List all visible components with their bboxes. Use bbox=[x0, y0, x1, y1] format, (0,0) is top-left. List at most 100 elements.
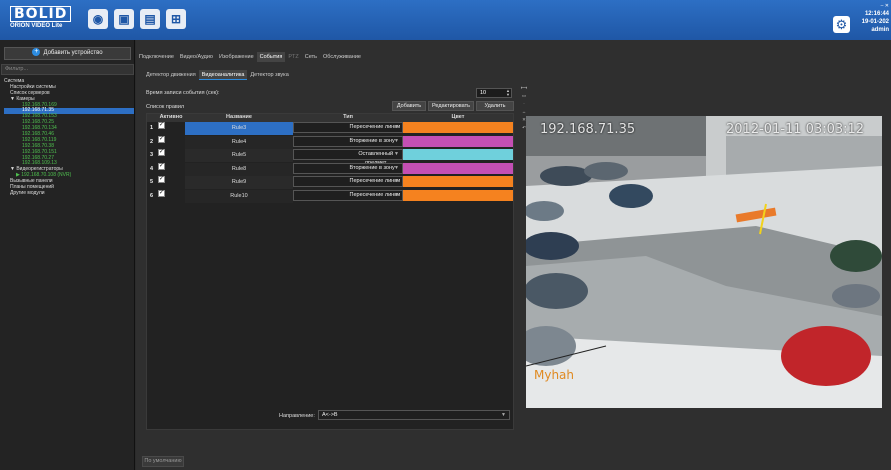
edit-rule-button[interactable]: Редактировать bbox=[428, 101, 474, 111]
record-time-value: 10 bbox=[480, 90, 487, 96]
header-type: Тип bbox=[343, 114, 353, 120]
chevron-down-icon: ▼ bbox=[394, 151, 399, 158]
active-checkbox[interactable]: ✓ bbox=[158, 176, 165, 184]
rule-type-select[interactable]: Пересечение линии ▼ bbox=[293, 122, 403, 133]
table-row[interactable]: 5 ✓ Rule9 Пересечение линии ▼ bbox=[147, 176, 513, 190]
record-time-spinner[interactable]: 10 ▲ ▼ bbox=[476, 88, 512, 98]
camera-scene bbox=[526, 116, 882, 408]
tab-1[interactable]: Видео/Аудио bbox=[177, 52, 216, 62]
default-button[interactable]: По умолчанию bbox=[142, 456, 184, 467]
rules-list-label: Список правил bbox=[146, 104, 185, 110]
chevron-down-icon: ▼ bbox=[394, 124, 399, 130]
rule-type-select[interactable]: Пересечение линии ▼ bbox=[293, 176, 403, 188]
tree-item[interactable]: Другие модули bbox=[4, 190, 134, 197]
camera-view-icon[interactable]: ◉ bbox=[88, 9, 108, 29]
event-subtabs: Детектор движения Видеоаналитика Детектор … bbox=[143, 70, 292, 80]
main-panel: Подключение Видео/Аудио Изображение События… bbox=[136, 40, 891, 470]
rule-color[interactable] bbox=[403, 162, 513, 174]
logo-brand: BOLID bbox=[10, 6, 72, 22]
table-row[interactable]: 3 ✓ Rule5Оставленный предмет▼ bbox=[147, 149, 513, 166]
rule-color[interactable] bbox=[403, 122, 513, 133]
logo-subtitle: ORION VIDEO Lite bbox=[10, 23, 63, 29]
subtab-1[interactable]: Видеоаналитика bbox=[198, 70, 248, 80]
table-row[interactable]: 2 ✓ Rule4 Вторжение в зону ▼ bbox=[147, 135, 513, 149]
rule-color[interactable] bbox=[403, 190, 513, 201]
tool-line-icon[interactable]: ⟷ bbox=[519, 84, 529, 92]
tab-4[interactable]: PTZ bbox=[285, 52, 301, 62]
tool-zone-icon[interactable]: ▭ bbox=[519, 92, 529, 100]
direction-select[interactable]: A<->B ▼ bbox=[318, 410, 510, 420]
window-controls-icon[interactable]: – ✕ bbox=[856, 2, 889, 10]
rule-type-value: Пересечение линии bbox=[349, 124, 401, 130]
tab-3[interactable]: События bbox=[256, 52, 286, 62]
row-number: 1 bbox=[149, 125, 154, 131]
osd-datetime: 2012-01-11 03:03:12 bbox=[726, 122, 865, 137]
add-device-button[interactable]: + Добавить устройство bbox=[4, 47, 131, 60]
filter-input[interactable]: Фильтр... bbox=[1, 64, 134, 75]
tab-6[interactable]: Обслуживание bbox=[320, 52, 364, 62]
subtab-0[interactable]: Детектор движения bbox=[143, 70, 199, 80]
table-row[interactable]: 6 ✓ Rule10 Пересечение линии ▼ bbox=[147, 190, 513, 203]
active-checkbox[interactable]: ✓ bbox=[158, 162, 165, 170]
rule-type-select[interactable]: Оставленный предмет▼ bbox=[293, 149, 403, 166]
rule-name: Rule5 bbox=[185, 149, 293, 163]
rule-name: Rule3 bbox=[185, 122, 293, 135]
table-row[interactable]: 4 ✓ Rule8 Вторжение в зону ▼ bbox=[147, 162, 513, 176]
rule-type-value: Пересечение линии bbox=[349, 192, 401, 198]
active-checkbox[interactable]: ✓ bbox=[158, 122, 165, 129]
rule-type-select[interactable]: Пересечение линии ▼ bbox=[293, 190, 403, 201]
tool-arrow-icon[interactable]: ↔ bbox=[519, 108, 529, 116]
archive-icon[interactable]: ▣ bbox=[114, 9, 134, 29]
header-name: Название bbox=[226, 114, 252, 120]
clock-panel: – ✕ 12:16:44 19-01-202 admin bbox=[856, 2, 891, 34]
layout-icon[interactable]: ⊞ bbox=[166, 9, 186, 29]
rule-type-value: Вторжение в зону bbox=[349, 137, 395, 144]
direction-label: Направление: bbox=[279, 413, 315, 419]
active-checkbox[interactable]: ✓ bbox=[158, 135, 165, 143]
rule-name: Rule8 bbox=[185, 162, 293, 176]
top-bar: BOLID ORION VIDEO Lite ◉ ▣ ▤ ⊞ ⚙ – ✕ 12:… bbox=[0, 0, 891, 40]
rules-table: Активно Название Тип Цвет 1 ✓ Rule3 Пересеч… bbox=[146, 113, 514, 430]
settings-gear-icon[interactable]: ⚙ bbox=[833, 16, 850, 33]
add-rule-button[interactable]: Добавить bbox=[392, 101, 426, 111]
rule-name: Rule10 bbox=[185, 190, 293, 203]
plus-icon: + bbox=[32, 48, 41, 57]
subtab-2[interactable]: Детектор звука bbox=[247, 70, 291, 80]
rule-type-value: Пересечение линии bbox=[349, 178, 401, 185]
tool-point-icon[interactable]: · bbox=[519, 100, 529, 108]
tab-5[interactable]: Сеть bbox=[302, 52, 320, 62]
spinner-arrows-icon[interactable]: ▲ ▼ bbox=[506, 89, 510, 97]
header-color: Цвет bbox=[451, 114, 465, 120]
osd-ip: 192.168.71.35 bbox=[540, 122, 636, 137]
row-number: 6 bbox=[149, 193, 154, 199]
active-checkbox[interactable]: ✓ bbox=[158, 149, 165, 157]
delete-rule-button[interactable]: Удалить bbox=[476, 101, 514, 111]
rule-color[interactable] bbox=[403, 176, 513, 188]
row-number: 4 bbox=[149, 165, 154, 172]
rules-table-header: Активно Название Тип Цвет bbox=[147, 114, 513, 122]
chevron-down-icon: ▼ bbox=[394, 164, 399, 171]
record-time-label: Время записи события (сек): bbox=[146, 90, 220, 96]
chevron-down-icon: ▼ bbox=[394, 178, 399, 185]
active-checkbox[interactable]: ✓ bbox=[158, 190, 165, 197]
chevron-down-icon: ▼ bbox=[394, 192, 399, 198]
clock-time: 12:16:44 bbox=[864, 11, 889, 17]
direction-value: A<->B bbox=[322, 412, 338, 418]
rule-type-select[interactable]: Вторжение в зону ▼ bbox=[293, 135, 403, 147]
rule-type-select[interactable]: Вторжение в зону ▼ bbox=[293, 162, 403, 174]
table-row[interactable]: 1 ✓ Rule3 Пересечение линии ▼ bbox=[147, 122, 513, 135]
rule-name: Rule9 bbox=[185, 176, 293, 190]
tab-2[interactable]: Изображение bbox=[216, 52, 257, 62]
chevron-down-icon: ▼ bbox=[394, 137, 399, 144]
rule-color[interactable] bbox=[403, 149, 513, 161]
chevron-down-icon: ▼ bbox=[501, 412, 506, 418]
events-icon[interactable]: ▤ bbox=[140, 9, 160, 29]
rule-color[interactable] bbox=[403, 135, 513, 147]
camera-preview[interactable]: 192.168.71.35 2012-01-11 03:03:12 Myhah bbox=[526, 116, 882, 408]
sidebar: + Добавить устройство Фильтр... Система На… bbox=[0, 40, 135, 470]
rule-name: Rule4 bbox=[185, 135, 293, 149]
row-number: 2 bbox=[149, 138, 154, 145]
current-user: admin bbox=[871, 27, 889, 33]
clock-date: 19-01-202 bbox=[861, 19, 889, 25]
tab-0[interactable]: Подключение bbox=[136, 52, 177, 62]
